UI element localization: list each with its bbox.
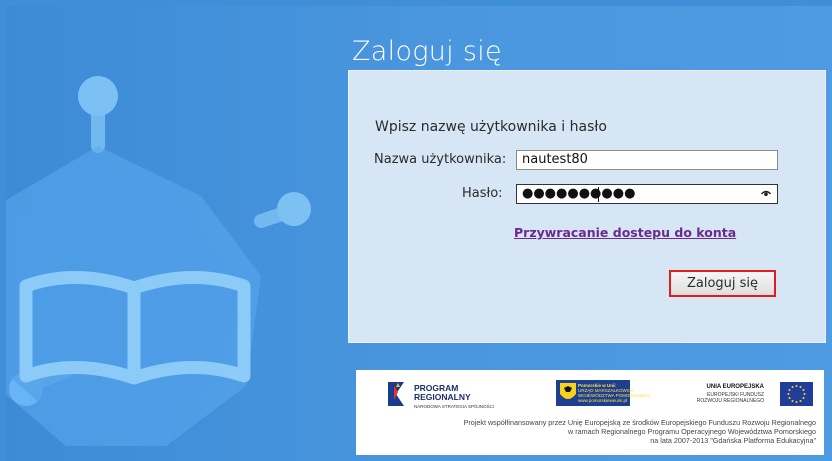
account-recovery-link[interactable]: Przywracanie dostepu do konta <box>514 225 736 240</box>
login-prompt: Wpisz nazwę użytkownika i hasło <box>375 119 607 135</box>
book-molecule-logo-icon <box>6 76 311 446</box>
password-mask: ●●●●●●●●●● <box>522 186 636 201</box>
funding-footer: PROGRAM REGIONALNY NARODOWA STRATEGIA SP… <box>356 370 824 455</box>
login-button[interactable]: Zaloguj się <box>669 270 776 297</box>
password-input[interactable]: ●●●●●●●●●● <box>516 184 778 204</box>
eu-title: UNIA EUROPEJSKA <box>706 384 764 390</box>
cofinancing-notice: Projekt współfinansowany przez Unię Euro… <box>463 418 816 445</box>
program-regionalny-mark-icon <box>388 382 404 406</box>
page-title: Zaloguj się <box>352 36 502 67</box>
pomorskie-crest-icon <box>560 383 576 399</box>
reveal-password-icon[interactable] <box>761 188 771 198</box>
program-regionalny-logo: PROGRAM REGIONALNY NARODOWA STRATEGIA SP… <box>386 380 494 412</box>
username-input[interactable]: nautest80 <box>516 150 778 170</box>
password-label: Hasło: <box>462 186 503 201</box>
pomorskie-text: Pomorskie w Unii URZĄD MARSZAŁKOWSKI WOJ… <box>578 383 650 403</box>
username-value: nautest80 <box>522 152 588 167</box>
username-label: Nazwa użytkownika: <box>374 152 507 167</box>
program-regionalny-title: PROGRAM REGIONALNY <box>414 383 471 402</box>
eu-logo: UNIA EUROPEJSKA EUROPEJSKI FUNDUSZ ROZWO… <box>676 380 816 408</box>
text-caret <box>598 187 599 202</box>
eu-fund-text: EUROPEJSKI FUNDUSZ ROZWOJU REGIONALNEGO <box>696 392 764 404</box>
login-panel: Wpisz nazwę użytkownika i hasło Nazwa uż… <box>348 70 826 343</box>
pomorskie-logo: Pomorskie w Unii URZĄD MARSZAŁKOWSKI WOJ… <box>556 380 650 406</box>
eu-flag-icon <box>780 382 813 406</box>
program-regionalny-subtitle: NARODOWA STRATEGIA SPÓJNOŚCI <box>414 404 495 409</box>
